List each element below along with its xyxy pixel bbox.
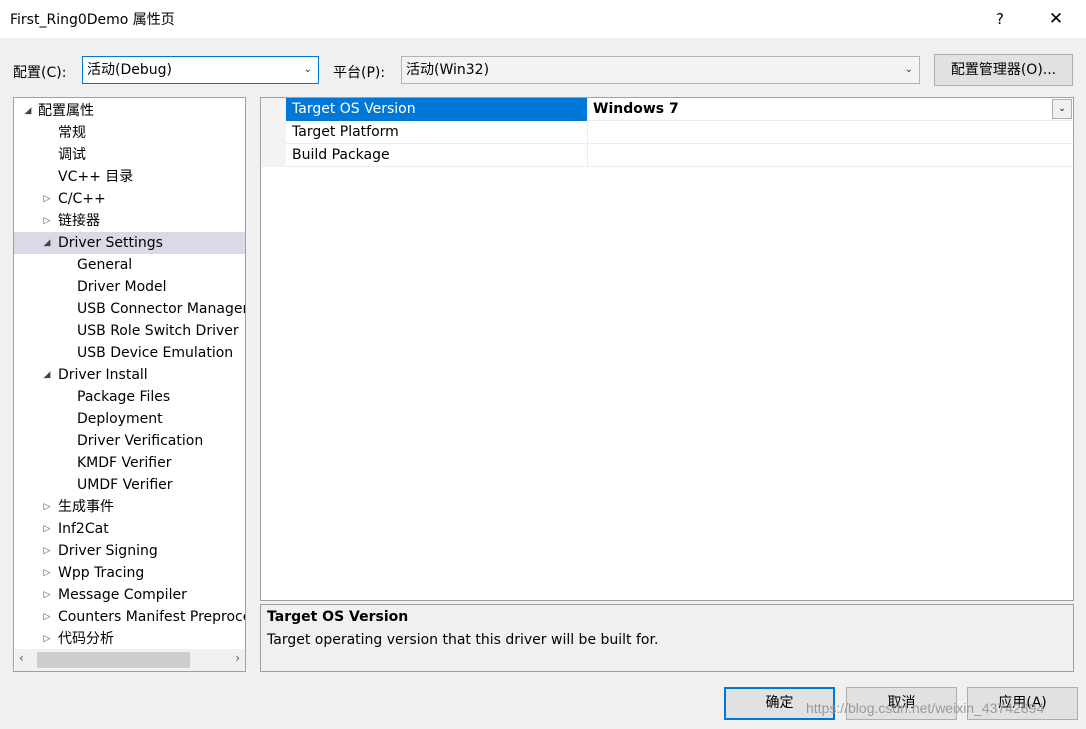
- config-select[interactable]: 活动(Debug) ⌄: [82, 56, 319, 84]
- tree-item[interactable]: General: [14, 254, 245, 276]
- tree-item-label: USB Connector Manager: [77, 301, 246, 317]
- tree-item-label: VC++ 目录: [58, 169, 134, 185]
- expand-arrow-icon[interactable]: ▷: [41, 584, 53, 606]
- tree-item[interactable]: ▷ 生成事件: [14, 496, 245, 518]
- collapse-arrow-icon[interactable]: ◢: [41, 232, 53, 254]
- tree-item-label: Wpp Tracing: [58, 565, 145, 581]
- tree-item-label: UMDF Verifier: [77, 477, 173, 493]
- tree-item[interactable]: ▷ Inf2Cat: [14, 518, 245, 540]
- tree-item-label: Driver Install: [58, 367, 148, 383]
- tree-item[interactable]: Driver Verification: [14, 430, 245, 452]
- tree-item-label: 链接器: [58, 213, 100, 229]
- tree-item[interactable]: ▷ Driver Signing: [14, 540, 245, 562]
- tree-item[interactable]: ▷ 代码分析: [14, 628, 245, 650]
- window-title: First_Ring0Demo 属性页: [10, 12, 175, 28]
- grid-gutter: [261, 144, 286, 167]
- tree-item[interactable]: ◢ 配置属性: [14, 100, 245, 122]
- property-tree: ◢ 配置属性 常规 调试 VC++ 目录 ▷ C/C++ ▷ 链接器 ◢ Driver Settin…: [13, 97, 246, 672]
- expand-arrow-icon[interactable]: ▷: [41, 518, 53, 540]
- expand-arrow-icon[interactable]: ▷: [41, 628, 53, 650]
- horizontal-scrollbar[interactable]: ‹ ›: [15, 649, 245, 671]
- chevron-down-icon: ⌄: [904, 64, 913, 75]
- platform-label: 平台(P):: [333, 65, 386, 81]
- config-select-value: 活动(Debug): [87, 62, 172, 78]
- tree-item-label: 代码分析: [58, 631, 114, 647]
- tree-item-label: Deployment: [77, 411, 163, 427]
- tree-item-label: Driver Signing: [58, 543, 158, 559]
- tree-item[interactable]: VC++ 目录: [14, 166, 245, 188]
- tree-item-label: Counters Manifest Preprocessor: [58, 609, 245, 625]
- tree-item[interactable]: 调试: [14, 144, 245, 166]
- tree-item-label: Message Compiler: [58, 587, 187, 603]
- grid-row[interactable]: Target Platform: [261, 121, 1073, 144]
- expand-arrow-icon[interactable]: ▷: [41, 496, 53, 518]
- scrollbar-thumb[interactable]: [37, 652, 190, 668]
- tree-item[interactable]: ▷ Message Compiler: [14, 584, 245, 606]
- grid-row[interactable]: Target OS Version Windows 7 ⌄: [261, 98, 1073, 121]
- tree-item[interactable]: USB Device Emulation: [14, 342, 245, 364]
- tree-item[interactable]: UMDF Verifier: [14, 474, 245, 496]
- platform-select[interactable]: 活动(Win32) ⌄: [401, 56, 920, 84]
- close-button[interactable]: ✕: [1036, 6, 1076, 32]
- platform-select-value: 活动(Win32): [406, 62, 490, 78]
- config-manager-button[interactable]: 配置管理器(O)...: [934, 54, 1073, 86]
- tree-item[interactable]: ▷ Wpp Tracing: [14, 562, 245, 584]
- tree-item-label: USB Role Switch Driver: [77, 323, 239, 339]
- grid-property-value[interactable]: [588, 121, 1073, 144]
- tree-item[interactable]: ▷ Counters Manifest Preprocessor: [14, 606, 245, 628]
- help-button[interactable]: ?: [980, 6, 1020, 32]
- tree-item[interactable]: Driver Model: [14, 276, 245, 298]
- tree-item[interactable]: ◢ Driver Install: [14, 364, 245, 386]
- tree-item-label: General: [77, 257, 133, 273]
- tree-item[interactable]: USB Connector Manager: [14, 298, 245, 320]
- grid-property-value[interactable]: Windows 7 ⌄: [588, 98, 1073, 121]
- tree-item-label: 配置属性: [38, 103, 94, 119]
- description-text: Target operating version that this drive…: [267, 632, 659, 648]
- tree-item[interactable]: 常规: [14, 122, 245, 144]
- scroll-left-icon[interactable]: ‹: [19, 651, 24, 665]
- tree-item-label: Driver Model: [77, 279, 167, 295]
- tree-item-label: 生成事件: [58, 499, 114, 515]
- tree-item-label: Driver Verification: [77, 433, 204, 449]
- tree-item-label: C/C++: [58, 191, 106, 207]
- grid-property-value[interactable]: [588, 144, 1073, 167]
- expand-arrow-icon[interactable]: ▷: [41, 210, 53, 232]
- tree-item-label: 调试: [58, 147, 86, 163]
- tree-item-label: 常规: [58, 125, 86, 141]
- tree-item[interactable]: USB Role Switch Driver: [14, 320, 245, 342]
- title-bar: First_Ring0Demo 属性页 ? ✕: [0, 0, 1086, 38]
- tree-item-label: Package Files: [77, 389, 171, 405]
- grid-gutter: [261, 121, 286, 144]
- expand-arrow-icon[interactable]: ▷: [41, 562, 53, 584]
- tree-item[interactable]: Package Files: [14, 386, 245, 408]
- tree-item-label: Driver Settings: [58, 235, 163, 251]
- grid-property-name[interactable]: Build Package: [286, 144, 588, 167]
- expand-arrow-icon[interactable]: ▷: [41, 540, 53, 562]
- tree-item[interactable]: ▷ C/C++: [14, 188, 245, 210]
- expand-arrow-icon[interactable]: ▷: [41, 188, 53, 210]
- expand-arrow-icon[interactable]: ▷: [41, 606, 53, 628]
- grid-row[interactable]: Build Package: [261, 144, 1073, 167]
- grid-value-text: Windows 7: [593, 101, 679, 117]
- tree-item-label: USB Device Emulation: [77, 345, 234, 361]
- tree-item[interactable]: KMDF Verifier: [14, 452, 245, 474]
- tree-item-label: Inf2Cat: [58, 521, 109, 537]
- scroll-right-icon[interactable]: ›: [235, 651, 240, 665]
- grid-property-name[interactable]: Target OS Version: [286, 98, 588, 121]
- grid-gutter: [261, 98, 286, 121]
- grid-property-name[interactable]: Target Platform: [286, 121, 588, 144]
- watermark-text: https://blog.csdn.net/weixin_43742894: [806, 700, 1045, 716]
- config-label: 配置(C):: [13, 65, 67, 81]
- tree-item[interactable]: ▷ 链接器: [14, 210, 245, 232]
- description-title: Target OS Version: [267, 609, 409, 625]
- description-panel: Target OS Version Target operating versi…: [260, 604, 1074, 672]
- tree-item[interactable]: ◢ Driver Settings: [14, 232, 245, 254]
- collapse-arrow-icon[interactable]: ◢: [22, 100, 34, 122]
- chevron-down-icon: ⌄: [303, 64, 312, 75]
- property-grid: Target OS Version Windows 7 ⌄ Target Pla…: [260, 97, 1074, 601]
- tree-item-label: KMDF Verifier: [77, 455, 172, 471]
- dropdown-arrow-icon[interactable]: ⌄: [1052, 99, 1072, 119]
- collapse-arrow-icon[interactable]: ◢: [41, 364, 53, 386]
- tree-item[interactable]: Deployment: [14, 408, 245, 430]
